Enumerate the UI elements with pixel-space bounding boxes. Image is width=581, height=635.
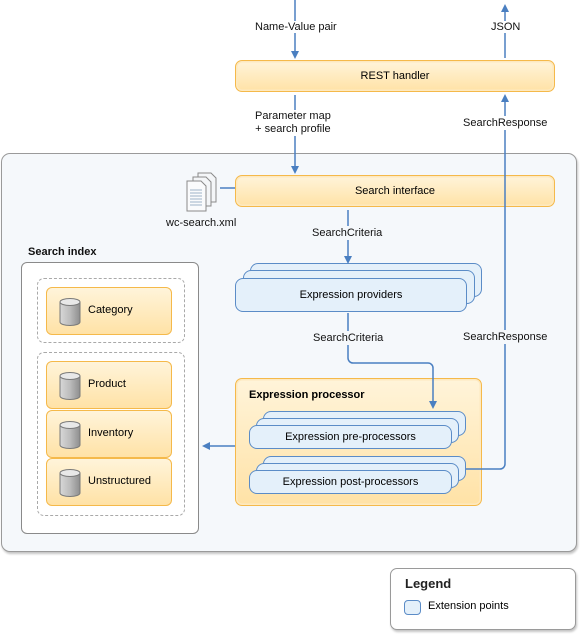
- pre-processors-node: Expression pre-processors: [249, 425, 452, 449]
- label-name-value-pair: Name-Value pair: [254, 21, 338, 33]
- index-inventory: Inventory: [46, 410, 172, 458]
- label-json: JSON: [490, 21, 522, 33]
- index-label: Product: [88, 378, 126, 390]
- legend-label-extension: Extension points: [428, 600, 509, 612]
- search-index-title: Search index: [28, 246, 97, 258]
- search-interface-node: Search interface: [235, 175, 555, 207]
- rest-handler-node: REST handler: [235, 60, 555, 92]
- rest-handler-label: REST handler: [360, 70, 430, 82]
- database-icon: [59, 421, 81, 449]
- pre-processors-label: Expression pre-processors: [285, 431, 416, 443]
- index-label: Unstructured: [88, 475, 151, 487]
- label-search-response-mid: SearchResponse: [463, 330, 548, 344]
- legend-swatch-extension: [404, 600, 421, 615]
- database-icon: [59, 298, 81, 326]
- expression-processor-title: Expression processor: [249, 389, 365, 401]
- expression-providers-label: Expression providers: [299, 289, 403, 301]
- label-param-map-line1: Parameter map: [255, 110, 331, 122]
- label-search-criteria-2: SearchCriteria: [313, 331, 384, 345]
- index-category: Category: [46, 287, 172, 335]
- index-label: Inventory: [88, 427, 134, 439]
- label-param-map-line2: + search profile: [255, 123, 331, 135]
- label-search-criteria-1: SearchCriteria: [312, 226, 383, 240]
- document-stack-icon: [186, 172, 217, 212]
- legend-title: Legend: [405, 576, 452, 591]
- post-processors-label: Expression post-processors: [282, 476, 419, 488]
- label-param-map: Parameter map + search profile: [255, 110, 331, 136]
- post-processors-node: Expression post-processors: [249, 470, 452, 494]
- index-label: Category: [88, 304, 133, 316]
- database-icon: [59, 469, 81, 497]
- label-search-response-top: SearchResponse: [463, 116, 548, 130]
- expression-providers-node: Expression providers: [235, 278, 467, 312]
- legend: Legend Extension points: [390, 568, 576, 630]
- index-product: Product: [46, 361, 172, 409]
- config-file-label: wc-search.xml: [166, 217, 237, 229]
- database-icon: [59, 372, 81, 400]
- index-unstructured: Unstructured: [46, 458, 172, 506]
- search-interface-label: Search interface: [354, 185, 436, 197]
